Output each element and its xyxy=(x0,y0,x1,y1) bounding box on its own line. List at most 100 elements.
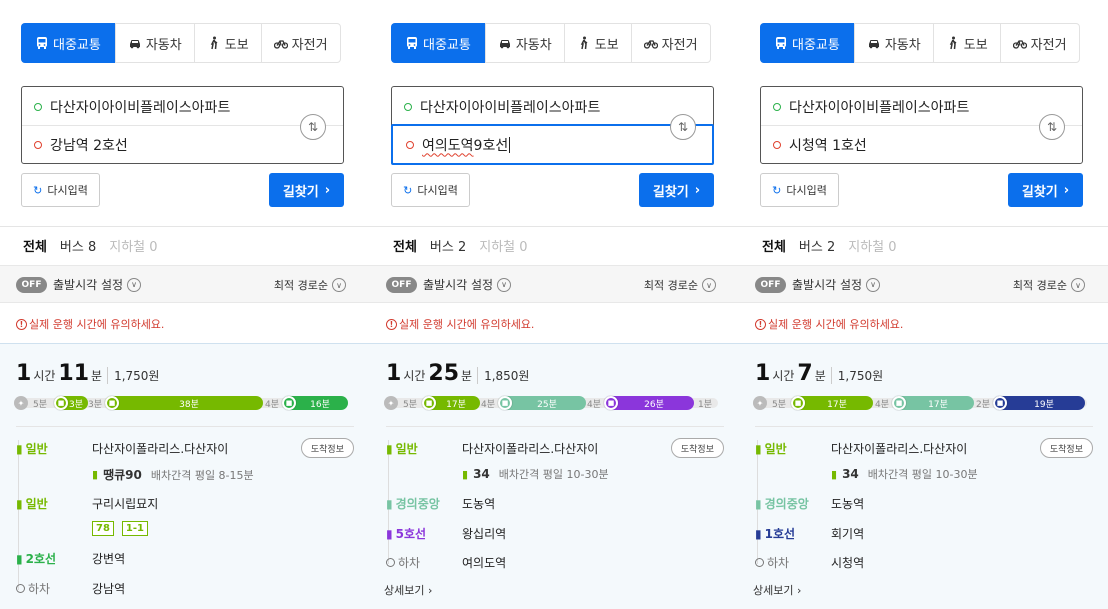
mode-car-button[interactable]: 자동차 xyxy=(486,24,565,62)
departure-label: 출발시각 설정 xyxy=(792,278,863,292)
tab-subway[interactable]: 지하철 0 xyxy=(109,236,157,255)
mode-label: 자동차 xyxy=(145,37,182,53)
step-alight: 하차 여의도역 xyxy=(386,554,728,571)
mode-car-button[interactable]: 자동차 xyxy=(116,24,195,62)
result-tabs: 전체 버스 2 지하철 0 xyxy=(393,236,528,255)
reset-button[interactable]: ↻ 다시입력 xyxy=(391,173,470,207)
step-body: 다산자이폴라리스.다산자이 ▮ 땡큐90 배차간격 평일 8-15분 xyxy=(92,440,254,483)
departure-toggle[interactable]: OFF xyxy=(755,277,786,293)
walk-time: 2분 xyxy=(976,400,991,410)
mode-walk-button[interactable]: 도보 xyxy=(195,24,262,62)
car-icon xyxy=(499,40,510,49)
destination-value: 시청역 1호선 xyxy=(789,138,867,154)
departure-setting[interactable]: 출발시각 설정 ∨ xyxy=(53,276,142,293)
destination-field[interactable]: 여의도역 9호선 xyxy=(391,124,714,165)
walk-time: 1분 xyxy=(698,400,713,410)
chevron-right-icon: › xyxy=(427,584,433,597)
detail-link[interactable]: 상세보기 › xyxy=(384,582,432,598)
step-body: 구리시립묘지 78 1-1 xyxy=(92,495,158,536)
warning-message: ! 실제 운행 시간에 유의하세요. xyxy=(16,316,164,332)
detail-link[interactable]: 상세보기 › xyxy=(753,582,801,598)
mode-walk-button[interactable]: 도보 xyxy=(565,24,632,62)
tab-subway[interactable]: 지하철 0 xyxy=(479,236,527,255)
tab-bus[interactable]: 버스 8 xyxy=(60,236,96,255)
mode-car-button[interactable]: 자동차 xyxy=(855,24,934,62)
departure-setting[interactable]: 출발시각 설정 ∨ xyxy=(423,276,512,293)
mode-transit-button[interactable]: 대중교통 xyxy=(760,23,855,63)
mode-transit-button[interactable]: 대중교통 xyxy=(391,23,486,63)
segment-time: 3분 xyxy=(68,399,83,410)
step-type: 하차 xyxy=(398,556,421,570)
mode-bike-button[interactable]: 자전거 xyxy=(1001,24,1079,62)
alight-icon xyxy=(755,558,764,567)
segment-time: 16분 xyxy=(310,399,330,410)
step-subway: ▮ 경의중앙 도농역 xyxy=(755,495,1097,512)
divider xyxy=(16,426,354,427)
bus-icon: ▮ xyxy=(386,441,393,456)
mode-label: 자동차 xyxy=(884,37,921,53)
swap-icon[interactable]: ⇅ xyxy=(670,114,696,140)
mode-transit-button[interactable]: 대중교통 xyxy=(21,23,116,63)
text-caret xyxy=(509,136,511,153)
bus-icon: ▮ xyxy=(462,467,469,481)
step-type: 하차 xyxy=(28,582,51,596)
find-route-button[interactable]: 길찾기 › xyxy=(269,173,344,207)
sort-dropdown[interactable]: 최적 경로순 ∨ xyxy=(644,277,716,293)
departure-toggle[interactable]: OFF xyxy=(16,277,47,293)
route-result[interactable]: 1 시간 25 분 1,850원 ✦ 5분 ■ 17분 4분 ■ 25분 4분 ■ 26분… xyxy=(370,343,740,609)
sort-dropdown[interactable]: 최적 경로순 ∨ xyxy=(274,277,346,293)
tab-all[interactable]: 전체 xyxy=(23,236,47,255)
swap-icon[interactable]: ⇅ xyxy=(300,114,326,140)
find-route-button[interactable]: 길찾기 › xyxy=(639,173,714,207)
tab-all[interactable]: 전체 xyxy=(393,236,417,255)
tab-bus[interactable]: 버스 2 xyxy=(430,236,466,255)
origin-field[interactable]: 다산자이아이비플레이스아파트 xyxy=(392,87,713,126)
chevron-down-icon: ∨ xyxy=(866,277,881,292)
bus-chip: 1-1 xyxy=(121,521,148,536)
mode-label: 도보 xyxy=(594,37,619,53)
step-subway: ▮ 5호선 왕십리역 xyxy=(386,525,728,542)
bar-segment-bus: ■ 17분 xyxy=(422,396,480,410)
chevron-right-icon: › xyxy=(694,182,701,198)
reset-button[interactable]: ↻ 다시입력 xyxy=(760,173,839,207)
step-subway: ▮ 2호선 강변역 xyxy=(16,550,358,567)
step-label: ▮ 1호선 xyxy=(755,525,831,542)
origin-field[interactable]: 다산자이아이비플레이스아파트 xyxy=(22,87,343,126)
destination-field[interactable]: 강남역 2호선 xyxy=(22,125,343,164)
alert-icon: ! xyxy=(386,318,397,330)
bike-icon xyxy=(1012,40,1027,49)
route-result[interactable]: 1 시간 7분 1,750원 ✦ 5분 ■ 17분 4분 ■ 17분 2분 ■ 19분 … xyxy=(739,343,1108,609)
hour-unit: 시간 xyxy=(772,369,795,383)
station-name: 시청역 xyxy=(831,556,865,570)
departure-setting[interactable]: 출발시각 설정 ∨ xyxy=(792,276,881,293)
route-result[interactable]: 1 시간 11 분 1,750원 ✦ 5분 ■ 3분 3분 ■ 38분 4분 ■ 16분 … xyxy=(0,343,370,609)
mode-walk-button[interactable]: 도보 xyxy=(934,24,1001,62)
car-icon xyxy=(129,40,140,49)
reset-button[interactable]: ↻ 다시입력 xyxy=(21,173,100,207)
bus-icon: ■ xyxy=(105,396,119,410)
segment-time: 25분 xyxy=(537,399,557,410)
mode-bike-button[interactable]: 자전거 xyxy=(632,24,710,62)
hours-value: 1 xyxy=(755,361,771,386)
segment-time: 38분 xyxy=(179,399,199,410)
bike-icon xyxy=(643,40,658,49)
destination-field[interactable]: 시청역 1호선 xyxy=(761,125,1082,164)
tab-subway[interactable]: 지하철 0 xyxy=(848,236,896,255)
mode-bike-button[interactable]: 자전거 xyxy=(262,24,340,62)
tab-bus[interactable]: 버스 2 xyxy=(799,236,835,255)
origin-dot-icon xyxy=(773,102,781,111)
segment-time: 17분 xyxy=(928,399,948,410)
bus-number: 34 xyxy=(473,467,490,481)
sort-dropdown[interactable]: 최적 경로순 ∨ xyxy=(1013,277,1085,293)
subway-icon: ▮ xyxy=(16,551,23,566)
walk-icon: ✦ xyxy=(384,396,398,410)
origin-field[interactable]: 다산자이아이비플레이스아파트 xyxy=(761,87,1082,126)
tab-all[interactable]: 전체 xyxy=(762,236,786,255)
step-label: ▮ 일반 xyxy=(386,440,462,457)
chevron-right-icon: › xyxy=(1063,182,1070,198)
swap-icon[interactable]: ⇅ xyxy=(1039,114,1065,140)
departure-toggle[interactable]: OFF xyxy=(386,277,417,293)
find-route-button[interactable]: 길찾기 › xyxy=(1008,173,1083,207)
minutes-value: 7 xyxy=(797,361,813,386)
step-label: 하차 xyxy=(16,580,92,597)
